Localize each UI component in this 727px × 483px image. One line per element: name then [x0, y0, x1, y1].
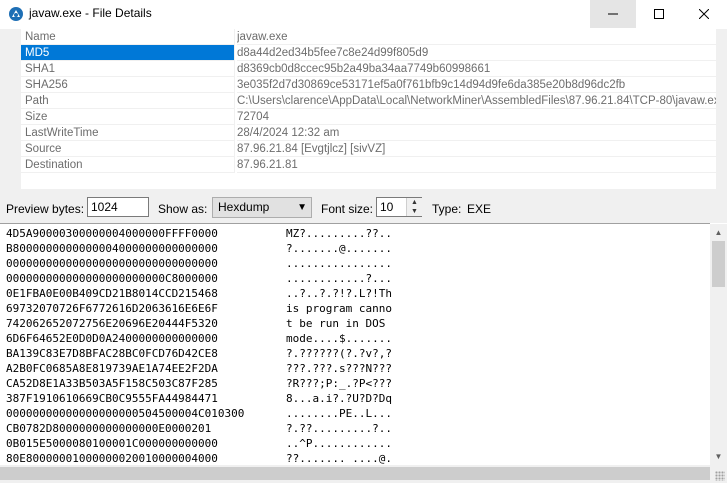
minimize-icon — [608, 13, 618, 15]
property-name: Size — [21, 109, 235, 125]
horizontal-scroll-thumb[interactable] — [0, 467, 710, 480]
property-value: 3e035f2d7d30869ce53171ef5a0f761bfb9c14d9… — [237, 77, 716, 93]
property-value: 28/4/2024 12:32 am — [237, 125, 716, 141]
ascii-line: MZ?.........??.. — [286, 227, 392, 240]
property-row-destination[interactable]: Destination 87.96.21.81 — [21, 157, 716, 173]
ascii-line: ..^P............ — [286, 437, 392, 450]
property-row-name[interactable]: Name javaw.exe — [21, 29, 716, 45]
property-name: Source — [21, 141, 235, 157]
vertical-scrollbar[interactable]: ▲ ▼ — [710, 224, 727, 465]
hex-line: 69732070726F6772616D2063616E6E6F — [6, 302, 218, 315]
spin-down-icon[interactable]: ▼ — [407, 207, 422, 216]
ascii-line: ???.???.s???N??? — [286, 362, 392, 375]
preview-bytes-input[interactable]: 1024 — [87, 197, 149, 217]
show-as-label: Show as: — [158, 202, 208, 216]
property-value: 87.96.21.81 — [237, 157, 716, 173]
hex-line: CA52D8E1A33B503A5F158C503C87F285 — [6, 377, 218, 390]
font-size-stepper[interactable]: ▲ ▼ — [406, 198, 422, 216]
property-value: d8369cb0d8ccec95b2a49ba34aa7749b60998661 — [237, 61, 716, 77]
property-row-lastwritetime[interactable]: LastWriteTime 28/4/2024 12:32 am — [21, 125, 716, 141]
property-name: SHA1 — [21, 61, 235, 77]
close-icon — [699, 9, 709, 19]
ascii-line: ??....... ....@. — [286, 452, 392, 465]
scroll-down-icon[interactable]: ▼ — [710, 448, 727, 465]
property-row-sha256[interactable]: SHA256 3e035f2d7d30869ce53171ef5a0f761bf… — [21, 77, 716, 93]
property-value: d8a44d2ed34b5fee7c8e24d99f805d9 — [237, 45, 716, 61]
property-value: 72704 — [237, 109, 716, 125]
preview-bytes-label: Preview bytes: — [6, 202, 85, 216]
window-title: javaw.exe - File Details — [29, 6, 152, 20]
font-size-value: 10 — [380, 200, 394, 214]
spin-up-icon[interactable]: ▲ — [407, 198, 422, 207]
hex-line: A2B0FC0685A8E819739AE1A74EE2F2DA — [6, 362, 218, 375]
ascii-line: ?.??.........?.. — [286, 422, 392, 435]
hex-line: 80E80000001000000020010000004000 — [6, 452, 218, 465]
hex-line: 000000000000000000000000C8000000 — [6, 272, 218, 285]
property-row-path[interactable]: Path C:\Users\clarence\AppData\Local\Net… — [21, 93, 716, 109]
maximize-button[interactable] — [636, 0, 682, 28]
properties-grid: Name javaw.exe MD5 d8a44d2ed34b5fee7c8e2… — [0, 29, 727, 189]
hex-line: 6D6F64652E0D0D0A2400000000000000 — [6, 332, 218, 345]
type-label: Type: — [432, 202, 462, 216]
property-row-size[interactable]: Size 72704 — [21, 109, 716, 125]
hex-line: 0E1FBA0E00B409CD21B8014CCD215468 — [6, 287, 218, 300]
resize-grip-icon[interactable] — [715, 471, 725, 481]
hexdump-view[interactable]: 4D5A90000300000004000000FFFF0000 MZ?....… — [0, 223, 710, 466]
hex-line: B8000000000000004000000000000000 — [6, 242, 218, 255]
scroll-up-icon[interactable]: ▲ — [710, 224, 727, 241]
property-value: C:\Users\clarence\AppData\Local\NetworkM… — [237, 95, 716, 109]
ascii-line: t be run in DOS — [286, 317, 392, 330]
property-name: Name — [21, 29, 235, 45]
minimize-button[interactable] — [590, 0, 636, 28]
ascii-line: ?.......@....... — [286, 242, 392, 255]
ascii-line: ?R???;P:_.?P<??? — [286, 377, 392, 390]
show-as-value: Hexdump — [218, 200, 270, 214]
hex-line: 00000000000000000000504500004C010300 — [6, 407, 245, 420]
vertical-scroll-thumb[interactable] — [712, 241, 725, 287]
properties-gutter — [0, 29, 21, 189]
chevron-down-icon: ▼ — [297, 202, 307, 213]
title-bar: javaw.exe - File Details — [0, 0, 727, 28]
app-icon — [9, 7, 23, 21]
property-row-source[interactable]: Source 87.96.21.84 [Evgtjlcz] [sivVZ] — [21, 141, 716, 157]
hex-line: 0B015E5000080100001C000000000000 — [6, 437, 218, 450]
hex-line: 4D5A90000300000004000000FFFF0000 — [6, 227, 218, 240]
ascii-line: ............?... — [286, 272, 392, 285]
property-name: SHA256 — [21, 77, 235, 93]
hex-line: CB0782D8000000000000000E0000201 — [6, 422, 212, 435]
property-name: Path — [21, 93, 235, 109]
type-value: EXE — [467, 202, 492, 216]
ascii-line: 8...a.i?.?U?D?Dq — [286, 392, 392, 405]
show-as-select[interactable]: Hexdump ▼ — [212, 197, 312, 218]
property-name: LastWriteTime — [21, 125, 235, 141]
close-button[interactable] — [681, 0, 727, 28]
properties-right-pad — [716, 29, 727, 189]
property-row-sha1[interactable]: SHA1 d8369cb0d8ccec95b2a49ba34aa7749b609… — [21, 61, 716, 77]
horizontal-scrollbar[interactable] — [0, 465, 710, 483]
hex-line: 742062652072756E20696E20444F5320 — [6, 317, 218, 330]
property-value: 87.96.21.84 [Evgtjlcz] [sivVZ] — [237, 141, 716, 157]
hex-line: BA139C83E7D8BFAC28BC0FCD76D42CE8 — [6, 347, 218, 360]
ascii-line: is program canno — [286, 302, 392, 315]
maximize-icon — [654, 9, 664, 19]
hex-line: 387F1910610669CB0C9555FA44984471 — [6, 392, 218, 405]
ascii-line: ................ — [286, 257, 392, 270]
ascii-line: ........PE..L... — [286, 407, 392, 420]
resize-corner[interactable] — [710, 465, 727, 483]
property-row-md5[interactable]: MD5 d8a44d2ed34b5fee7c8e24d99f805d9 — [21, 45, 716, 61]
property-value: javaw.exe — [237, 29, 716, 45]
property-name: Destination — [21, 157, 235, 173]
property-name: MD5 — [21, 45, 235, 61]
ascii-line: mode....$....... — [286, 332, 392, 345]
ascii-line: ..?..?.?!?.L?!Th — [286, 287, 392, 300]
preview-toolbar: Preview bytes: 1024 Show as: Hexdump ▼ F… — [0, 193, 727, 223]
hex-line: 00000000000000000000000000000000 — [6, 257, 218, 270]
ascii-line: ?.??????(?.?v?,? — [286, 347, 392, 360]
font-size-label: Font size: — [321, 202, 374, 216]
